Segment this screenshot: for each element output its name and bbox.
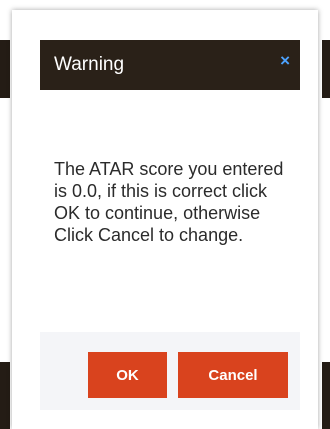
dialog-title: Warning	[54, 54, 125, 75]
backdrop-page	[322, 40, 330, 98]
dialog-header: Warning ×	[40, 40, 300, 90]
close-icon[interactable]: ×	[280, 52, 290, 69]
dialog-footer: OK Cancel	[40, 332, 300, 410]
screen: Warning × The ATAR score you entered is …	[0, 0, 330, 429]
dialog-message: The ATAR score you entered is 0.0, if th…	[54, 159, 284, 245]
ok-button[interactable]: OK	[88, 352, 167, 398]
backdrop-page	[0, 40, 10, 98]
backdrop-page	[0, 362, 10, 429]
cancel-button[interactable]: Cancel	[178, 352, 288, 398]
warning-dialog: Warning × The ATAR score you entered is …	[12, 10, 318, 429]
backdrop-page	[322, 362, 330, 429]
